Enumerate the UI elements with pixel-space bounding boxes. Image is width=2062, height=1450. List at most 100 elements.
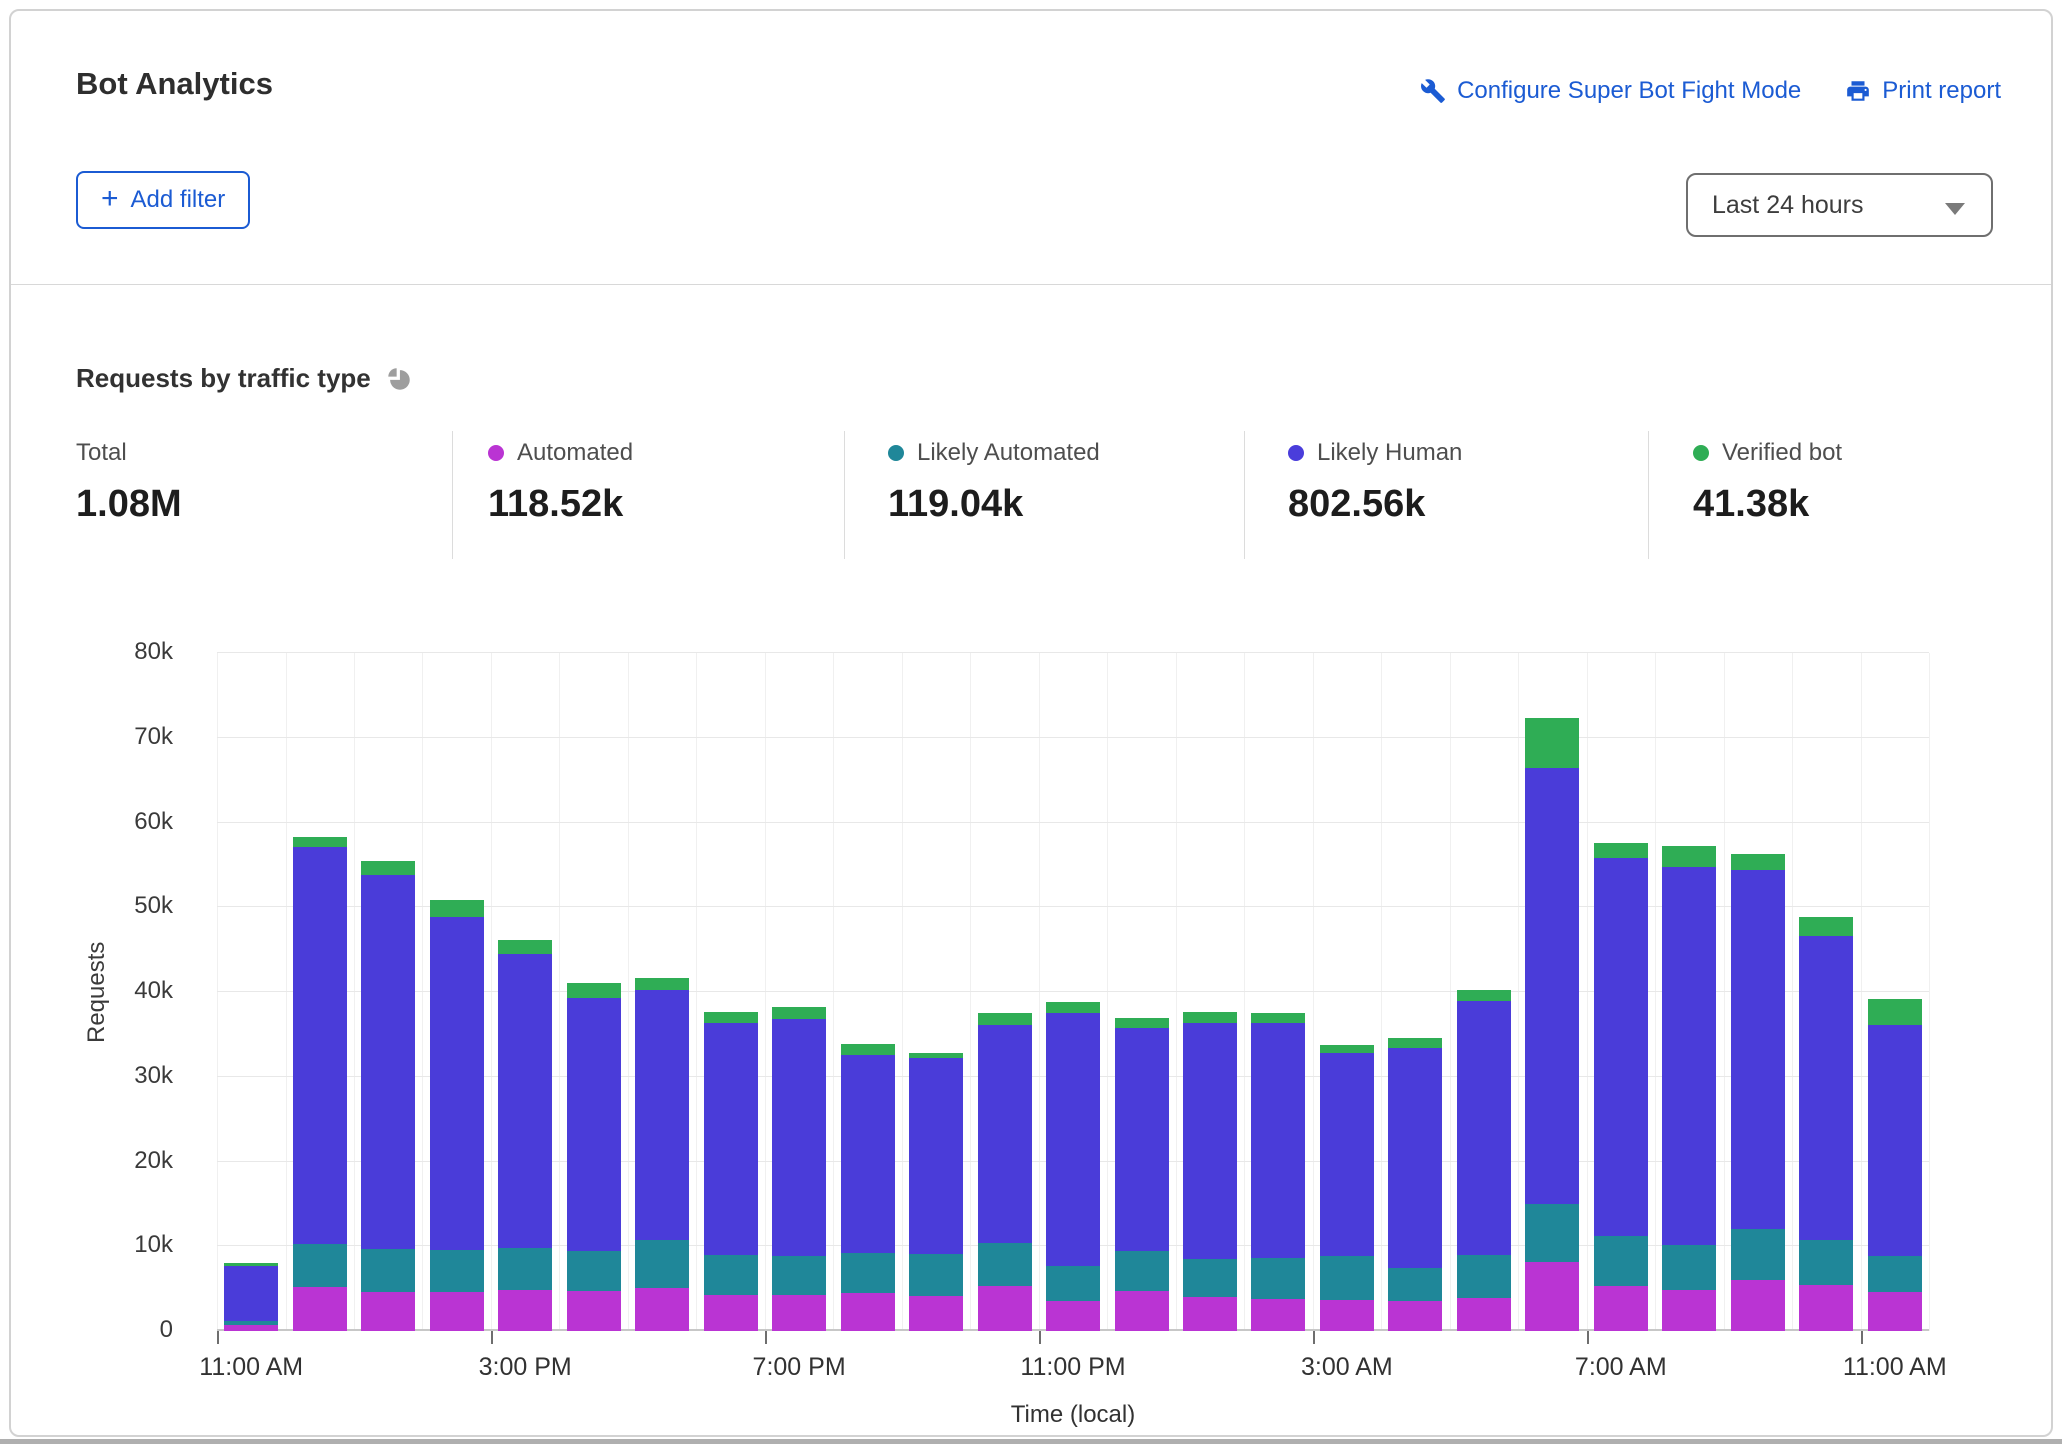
bot-analytics-card: Bot Analytics Configure Super Bot Fight … (9, 9, 2053, 1437)
bar-segment-automated (1320, 1300, 1374, 1331)
section-title: Requests by traffic type (76, 363, 413, 394)
y-tick-label: 60k (95, 808, 173, 836)
vertical-gridline (1724, 653, 1725, 1331)
vertical-gridline (1107, 653, 1108, 1331)
bar-segment-verified-bot (1115, 1018, 1169, 1028)
bar-segment-likely-automated (1594, 1236, 1648, 1286)
bar-segment-verified-bot (1662, 846, 1716, 866)
verified-bot-dot (1693, 445, 1709, 461)
bar-segment-likely-automated (567, 1251, 621, 1291)
time-range-value: Last 24 hours (1712, 191, 1864, 220)
stacked-bar (224, 1263, 278, 1331)
bar-segment-likely-human (704, 1023, 758, 1254)
x-tick-label: 7:00 AM (1575, 1353, 1667, 1382)
bar-segment-likely-human (430, 917, 484, 1250)
vertical-gridline (1039, 653, 1040, 1331)
print-report-link[interactable]: Print report (1845, 77, 2001, 105)
x-tick-label: 11:00 AM (1843, 1353, 1947, 1382)
vertical-gridline (1861, 653, 1862, 1331)
vertical-gridline (1381, 653, 1382, 1331)
bar-segment-likely-automated (1457, 1255, 1511, 1298)
bar-segment-automated (1525, 1262, 1579, 1331)
vertical-gridline (1792, 653, 1793, 1331)
bar-segment-likely-human (772, 1019, 826, 1256)
bar-segment-automated (978, 1286, 1032, 1331)
vertical-gridline (217, 653, 218, 1331)
vertical-gridline (491, 653, 492, 1331)
stacked-bar (430, 900, 484, 1331)
vertical-gridline (628, 653, 629, 1331)
stat-likely-automated[interactable]: Likely Automated 119.04k (888, 439, 1100, 526)
bar-segment-likely-automated (1046, 1266, 1100, 1302)
section-title-label: Requests by traffic type (76, 363, 371, 394)
bar-segment-likely-automated (1799, 1240, 1853, 1285)
bar-segment-verified-bot (1046, 1002, 1100, 1013)
vertical-gridline (1244, 653, 1245, 1331)
y-tick-label: 30k (95, 1062, 173, 1090)
horizontal-gridline (217, 737, 1929, 738)
printer-icon (1845, 78, 1871, 104)
stat-label: Likely Automated (917, 439, 1100, 467)
bar-segment-automated (567, 1291, 621, 1331)
vertical-gridline (1587, 653, 1588, 1331)
bar-segment-likely-human (293, 847, 347, 1244)
vertical-gridline (1655, 653, 1656, 1331)
stacked-bar (1594, 843, 1648, 1331)
stacked-bar (293, 837, 347, 1331)
stacked-bar (1251, 1013, 1305, 1331)
y-tick-label: 50k (95, 892, 173, 920)
stat-divider (452, 431, 453, 559)
bar-segment-automated (1046, 1301, 1100, 1331)
bar-segment-likely-human (1320, 1053, 1374, 1256)
vertical-gridline (1176, 653, 1177, 1331)
bar-segment-likely-human (1594, 858, 1648, 1236)
stacked-bar (361, 861, 415, 1331)
bar-segment-automated (704, 1295, 758, 1331)
stacked-bar (978, 1013, 1032, 1331)
bar-segment-verified-bot (978, 1013, 1032, 1025)
wrench-icon (1420, 78, 1446, 104)
bar-segment-likely-human (1046, 1013, 1100, 1266)
vertical-gridline (1929, 653, 1930, 1331)
likely-automated-dot (888, 445, 904, 461)
vertical-gridline (1518, 653, 1519, 1331)
x-tick-mark (1313, 1331, 1315, 1344)
stat-value: 119.04k (888, 483, 1100, 526)
bar-segment-verified-bot (1799, 917, 1853, 937)
stat-verified-bot[interactable]: Verified bot 41.38k (1693, 439, 1842, 526)
bar-segment-likely-human (1731, 870, 1785, 1229)
likely-human-dot (1288, 445, 1304, 461)
bar-segment-likely-automated (361, 1249, 415, 1292)
x-tick-mark (217, 1331, 219, 1344)
bar-segment-automated (772, 1295, 826, 1331)
time-range-dropdown[interactable]: Last 24 hours (1686, 173, 1993, 237)
bar-segment-likely-human (224, 1266, 278, 1321)
bar-segment-automated (1868, 1292, 1922, 1331)
x-tick-label: 3:00 AM (1301, 1353, 1393, 1382)
bar-segment-automated (909, 1296, 963, 1331)
bar-segment-verified-bot (1388, 1038, 1442, 1048)
stacked-bar (1799, 917, 1853, 1331)
bar-segment-automated (224, 1325, 278, 1331)
bar-segment-automated (498, 1290, 552, 1332)
bar-segment-automated (1662, 1290, 1716, 1331)
stat-divider (1648, 431, 1649, 559)
header-links: Configure Super Bot Fight Mode Print rep… (1420, 77, 2001, 105)
y-tick-label: 40k (95, 977, 173, 1005)
y-tick-label: 20k (95, 1147, 173, 1175)
add-filter-button[interactable]: + Add filter (76, 171, 250, 229)
bar-segment-likely-human (1115, 1028, 1169, 1252)
stat-automated[interactable]: Automated 118.52k (488, 439, 633, 526)
bar-segment-verified-bot (772, 1007, 826, 1019)
bar-segment-automated (1183, 1297, 1237, 1331)
bar-segment-likely-automated (1525, 1204, 1579, 1263)
configure-super-bot-fight-mode-link[interactable]: Configure Super Bot Fight Mode (1420, 77, 1801, 105)
stat-likely-human[interactable]: Likely Human 802.56k (1288, 439, 1462, 526)
bar-segment-verified-bot (1594, 843, 1648, 858)
stacked-bar (1662, 846, 1716, 1331)
bar-segment-likely-automated (978, 1243, 1032, 1286)
stat-value: 41.38k (1693, 483, 1842, 526)
vertical-gridline (833, 653, 834, 1331)
bar-segment-automated (1115, 1291, 1169, 1331)
bar-segment-likely-automated (1868, 1256, 1922, 1292)
